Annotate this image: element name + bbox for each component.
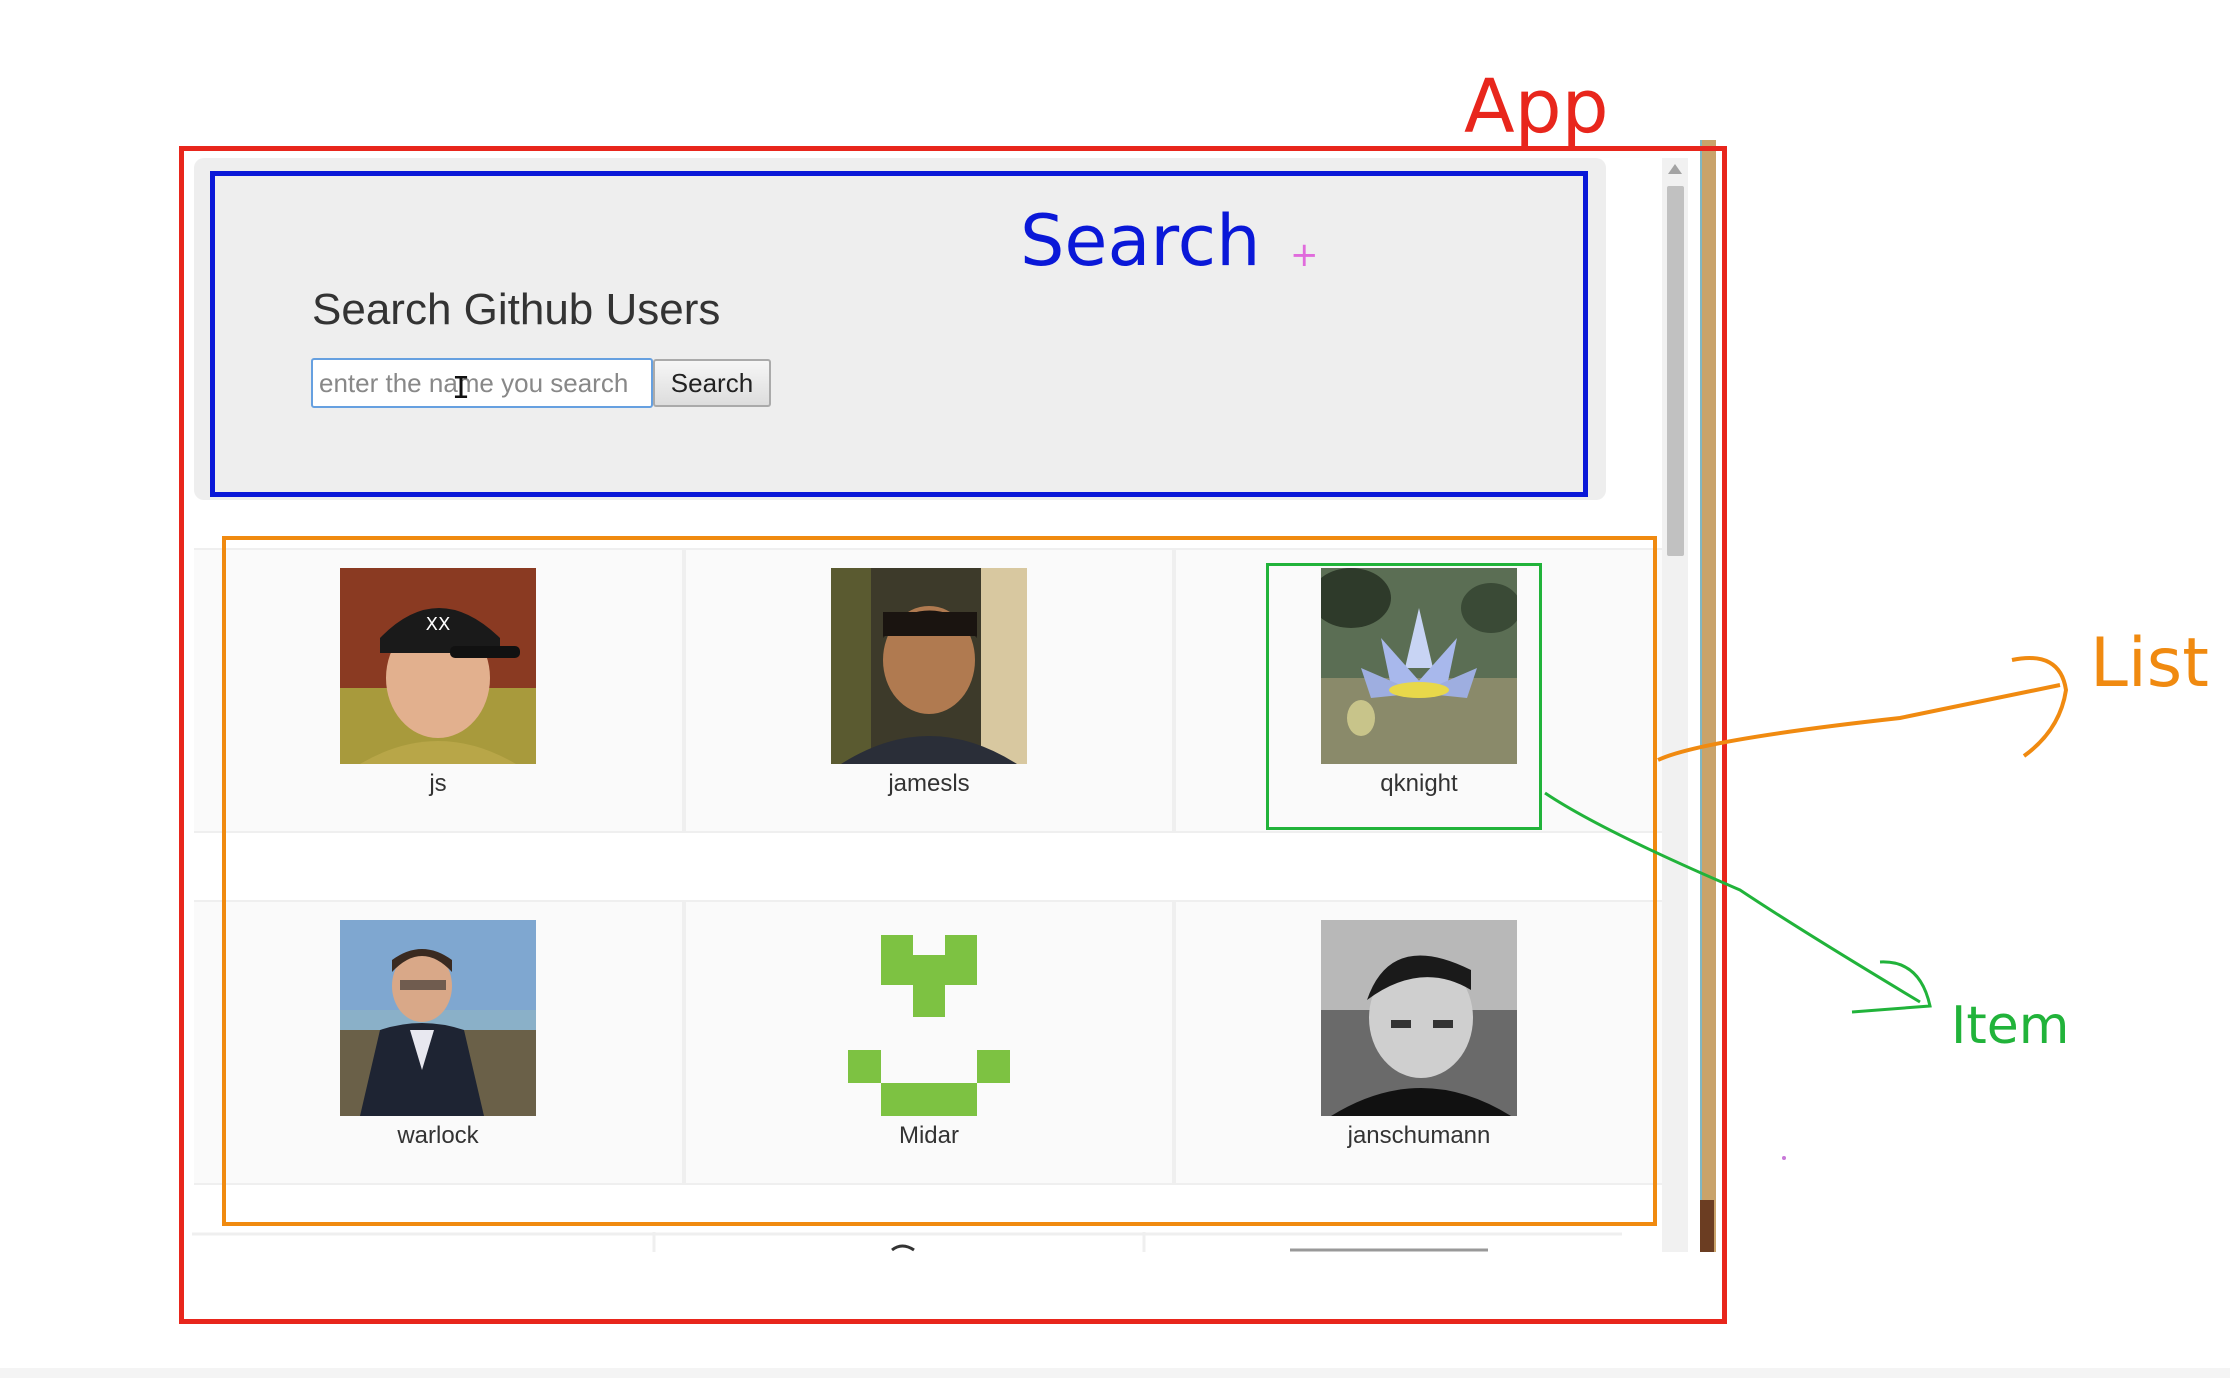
list-arrow (1657, 683, 2061, 762)
annotation-arrows (1544, 656, 2069, 1160)
pink-dot (1782, 1156, 1786, 1160)
bottom-bar (0, 1368, 2230, 1378)
list-arrowhead (2011, 656, 2069, 758)
item-arrow (1544, 791, 1921, 1004)
